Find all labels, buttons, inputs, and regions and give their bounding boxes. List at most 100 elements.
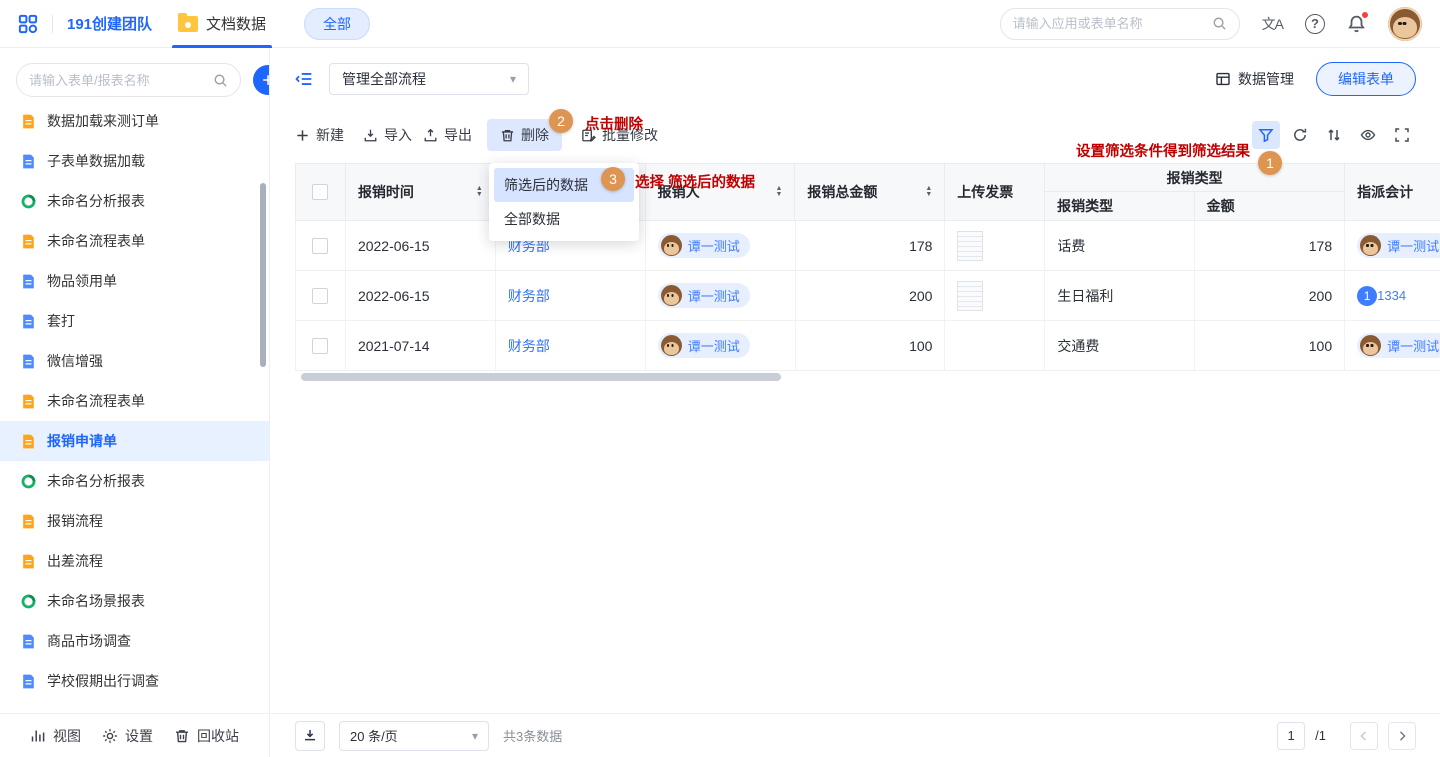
sidebar-item[interactable]: 未命名分析报表: [0, 461, 269, 501]
row-checkbox[interactable]: [312, 338, 328, 354]
views-button[interactable]: 视图: [30, 726, 81, 746]
sort-icon[interactable]: ▲▼: [925, 186, 932, 198]
person-chip[interactable]: 谭一测试: [658, 233, 750, 258]
settings-button[interactable]: 设置: [102, 726, 153, 746]
page-size-select[interactable]: 20 条/页 ▾: [339, 721, 489, 751]
accountant-chip[interactable]: 谭一测试: [1357, 333, 1440, 358]
accountant-label: 谭一测试: [1387, 336, 1439, 355]
cell-type: 交通费: [1045, 321, 1195, 370]
cell-dept-link[interactable]: 财务部: [508, 286, 550, 306]
sort-icon[interactable]: ▲▼: [775, 186, 782, 198]
recycle-bin-button[interactable]: 回收站: [174, 726, 239, 746]
export-button[interactable]: 导出: [423, 115, 472, 155]
horizontal-scrollbar[interactable]: [301, 373, 781, 381]
refresh-icon[interactable]: [1286, 121, 1314, 149]
new-label: 新建: [316, 125, 344, 145]
accountant-chip[interactable]: 谭一测试: [1357, 233, 1440, 258]
accountant-label[interactable]: 1334: [1377, 288, 1406, 303]
sidebar-footer: 视图 设置 回收站: [0, 713, 269, 757]
sidebar-item[interactable]: 套打: [0, 301, 269, 341]
header-total: 报销总金额 ▲▼: [795, 164, 945, 220]
sidebar-item[interactable]: 未命名场景报表: [0, 581, 269, 621]
header-sub-amount: 金额: [1195, 192, 1345, 220]
sidebar-item-selected[interactable]: 报销申请单: [0, 421, 269, 461]
sidebar-item[interactable]: 报销流程: [0, 501, 269, 541]
sort-icon[interactable]: [1320, 121, 1348, 149]
select-all-checkbox[interactable]: [312, 184, 328, 200]
page-count: /1: [1315, 728, 1326, 743]
sidebar-scrollbar[interactable]: [260, 183, 266, 367]
data-manage-button[interactable]: 数据管理: [1215, 69, 1294, 89]
user-avatar[interactable]: [1388, 7, 1422, 41]
table-actions: [1252, 121, 1416, 149]
sidebar-item-label: 套打: [47, 311, 75, 331]
views-label: 视图: [53, 726, 81, 746]
cell-date: 2021-07-14: [346, 321, 496, 370]
cell-type: 话费: [1045, 221, 1195, 270]
topbar-search[interactable]: [1000, 8, 1240, 40]
edit-form-button[interactable]: 编辑表单: [1316, 62, 1416, 96]
settings-label: 设置: [125, 726, 153, 746]
sidebar-item[interactable]: 子表单数据加载: [0, 141, 269, 181]
chevron-down-icon: ▾: [472, 729, 478, 743]
sidebar-item[interactable]: 出差流程: [0, 541, 269, 581]
person-chip[interactable]: 谭一测试: [658, 283, 750, 308]
step-badge-2: 2: [549, 109, 573, 133]
tab-all[interactable]: 全部: [304, 8, 370, 40]
summary-export-icon[interactable]: [295, 721, 325, 751]
delete-dropdown-menu: 筛选后的数据全部数据 3 选择 筛选后的数据: [489, 163, 639, 241]
sort-icon[interactable]: ▲▼: [476, 186, 483, 198]
bell-icon[interactable]: [1347, 14, 1366, 33]
sidebar-item[interactable]: 未命名流程表单: [0, 381, 269, 421]
topbar-search-input[interactable]: [1013, 16, 1204, 31]
step-badge-3: 3: [601, 167, 625, 191]
pagination-bar: 20 条/页 ▾ 共3条数据 1 /1: [271, 713, 1440, 757]
translate-icon[interactable]: 文A: [1262, 14, 1283, 34]
filter-icon[interactable]: [1252, 121, 1280, 149]
row-checkbox[interactable]: [312, 238, 328, 254]
person-label: 谭一测试: [688, 236, 740, 255]
apps-grid-icon[interactable]: [18, 14, 38, 34]
sidebar-item[interactable]: 物品领用单: [0, 261, 269, 301]
sidebar-item[interactable]: 数据加载来测订单: [0, 101, 269, 141]
table-row[interactable]: 2022-06-15财务部谭一测试200生日福利20011334: [295, 271, 1440, 321]
visibility-icon[interactable]: [1354, 121, 1382, 149]
fullscreen-icon[interactable]: [1388, 121, 1416, 149]
person-chip[interactable]: 谭一测试: [658, 333, 750, 358]
sidebar-item[interactable]: 学校假期出行调查: [0, 661, 269, 701]
sidebar-item[interactable]: 未命名分析报表: [0, 181, 269, 221]
team-name[interactable]: 191创建团队: [67, 13, 152, 34]
form-search[interactable]: [16, 63, 241, 97]
cell-dept-link[interactable]: 财务部: [508, 336, 550, 356]
row-checkbox[interactable]: [312, 288, 328, 304]
invoice-thumbnail[interactable]: [957, 281, 983, 311]
cell-date: 2022-06-15: [346, 221, 496, 270]
delete-menu-item[interactable]: 全部数据: [494, 202, 634, 236]
process-scope-select[interactable]: 管理全部流程 ▾: [329, 63, 529, 95]
page-number-input[interactable]: 1: [1277, 722, 1305, 750]
search-icon[interactable]: [1212, 16, 1227, 31]
add-form-button[interactable]: [253, 65, 270, 95]
import-button[interactable]: 导入: [363, 115, 412, 155]
invoice-thumbnail[interactable]: [957, 231, 983, 261]
cell-amount: 200: [1195, 271, 1345, 320]
new-record-button[interactable]: 新建: [295, 115, 344, 155]
step-text-1: 设置筛选条件得到筛选结果: [1076, 140, 1250, 161]
sidebar-item[interactable]: 商品市场调查: [0, 621, 269, 661]
search-icon[interactable]: [213, 73, 228, 88]
next-page-button[interactable]: [1388, 722, 1416, 750]
help-icon[interactable]: ?: [1305, 14, 1325, 34]
sidebar-item[interactable]: 未命名流程表单: [0, 221, 269, 261]
sidebar-item[interactable]: 微信增强: [0, 341, 269, 381]
process-scope-value: 管理全部流程: [342, 69, 426, 89]
table-row[interactable]: 2022-06-15财务部谭一测试178话费178谭一测试: [295, 221, 1440, 271]
delete-button[interactable]: 删除 2 点击删除 筛选后的数据全部数据 3 选择 筛选后的数据: [487, 119, 562, 151]
cell-total: 100: [796, 321, 946, 370]
table-row[interactable]: 2021-07-14财务部谭一测试100交通费100谭一测试: [295, 321, 1440, 371]
form-search-input[interactable]: [29, 73, 205, 88]
tab-doc-data[interactable]: 文档数据: [166, 0, 278, 48]
prev-page-button[interactable]: [1350, 722, 1378, 750]
sidebar-item[interactable]: [0, 701, 269, 713]
folder-icon: [178, 16, 198, 32]
collapse-sidebar-icon[interactable]: [295, 70, 313, 88]
